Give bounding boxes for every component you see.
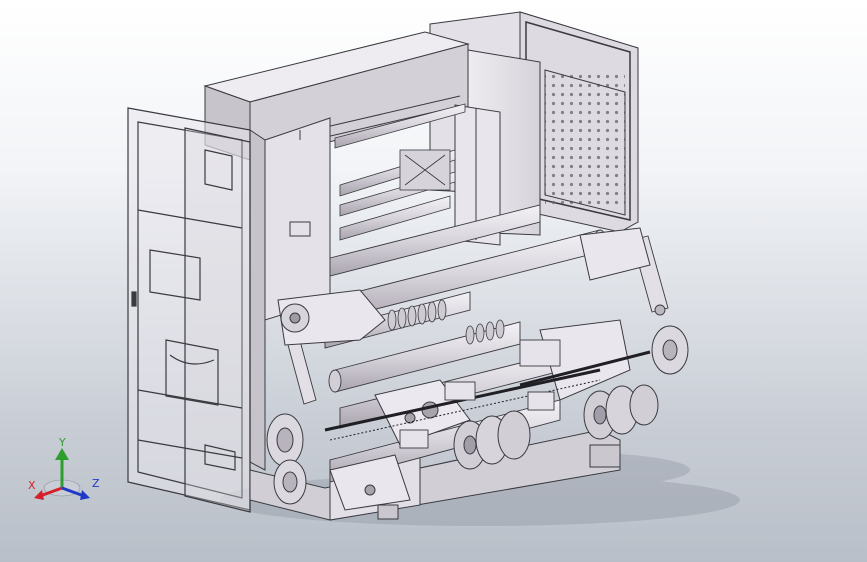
triad-axes	[34, 448, 90, 500]
front-door[interactable]	[127, 107, 251, 513]
z-axis-arrow	[80, 490, 90, 500]
slitter-rewinder-model[interactable]	[0, 0, 867, 562]
y-axis-arrow	[55, 448, 69, 460]
y-axis-label: Y	[59, 436, 66, 449]
coordinate-triad: Y X Z	[22, 436, 106, 508]
z-axis-label: Z	[92, 477, 100, 490]
x-axis-label: X	[28, 479, 36, 492]
cad-viewport[interactable]: Y X Z	[0, 0, 867, 562]
